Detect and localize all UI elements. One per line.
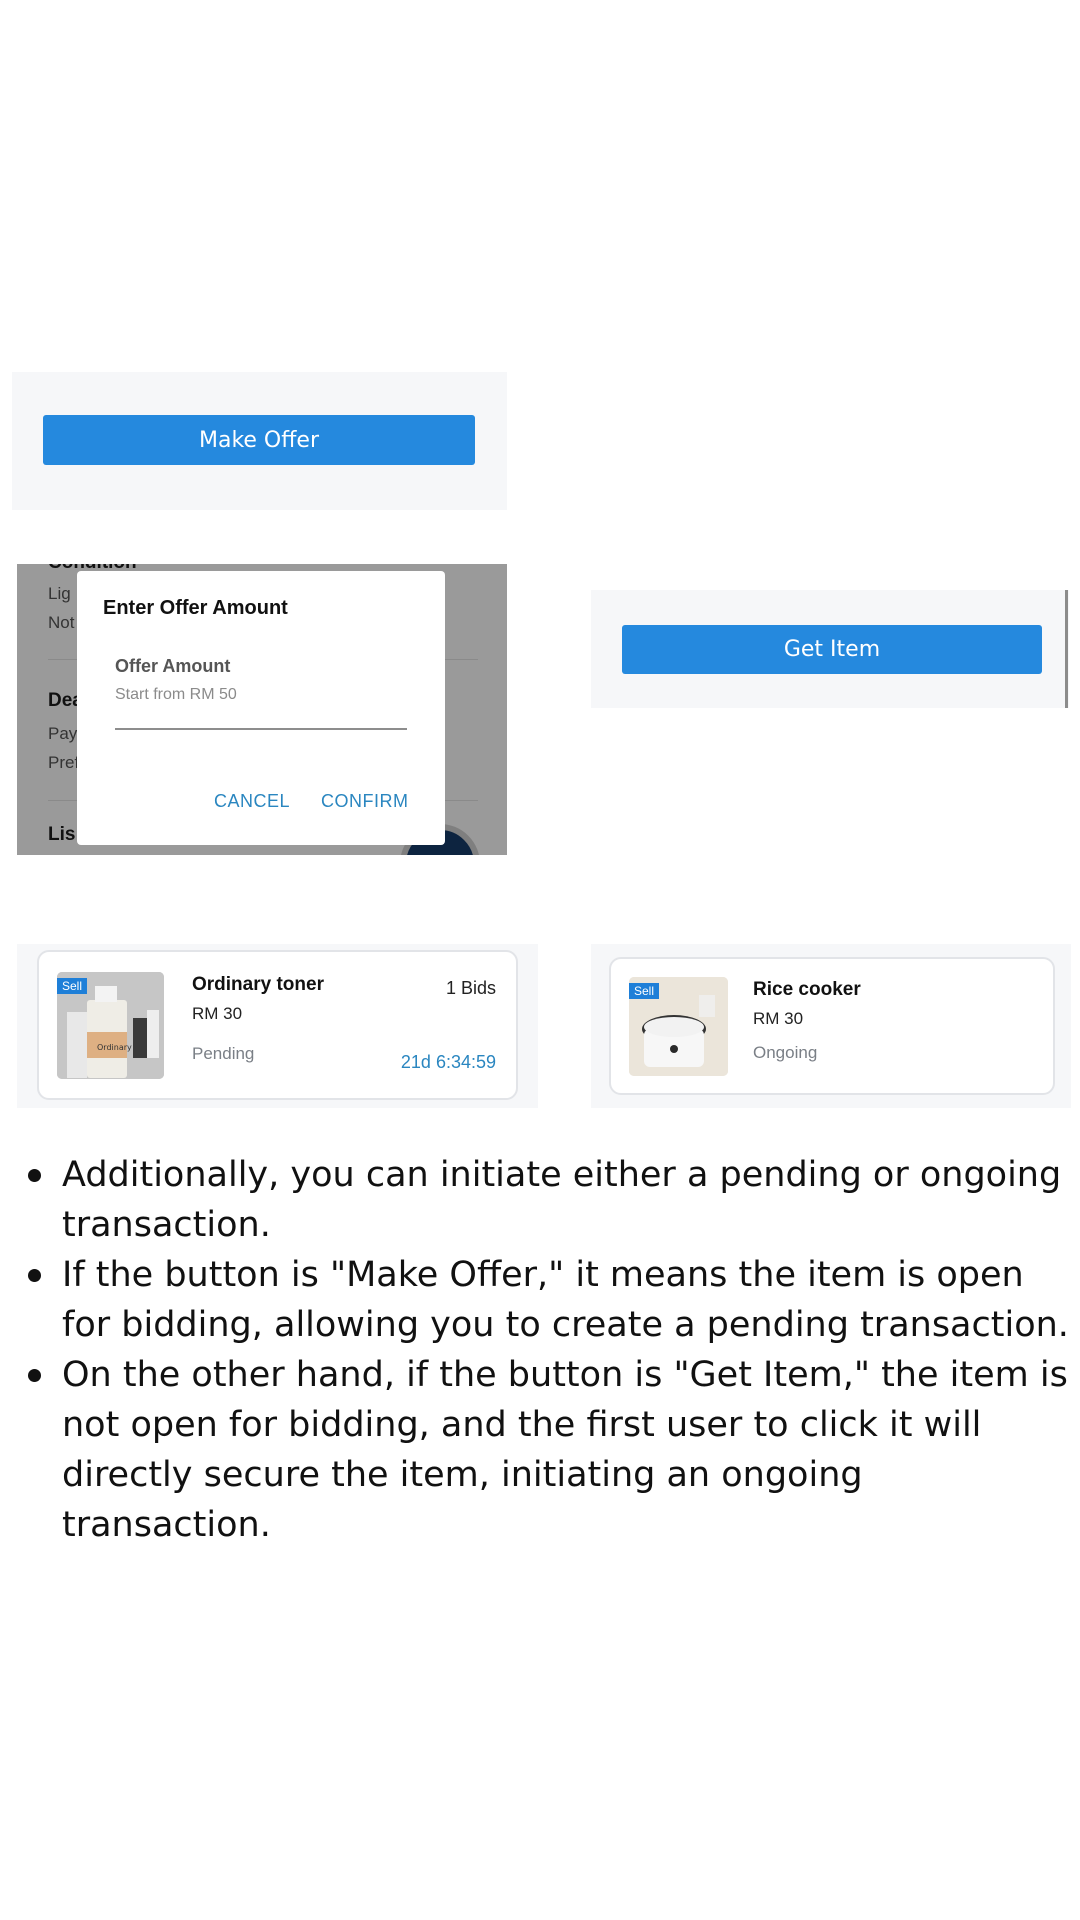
item-name: Ordinary toner: [192, 974, 324, 995]
offer-amount-input[interactable]: Start from RM 50: [115, 686, 237, 704]
item-price: RM 30: [192, 1004, 243, 1023]
make-offer-panel: Make Offer: [12, 372, 507, 510]
get-item-button[interactable]: Get Item: [622, 625, 1042, 674]
get-item-panel: Get Item: [591, 590, 1069, 708]
condition-line-1: Lig: [48, 584, 71, 603]
listing-heading: Lis: [48, 824, 76, 845]
offer-amount-label: Offer Amount: [115, 656, 231, 676]
item-card-pending[interactable]: Ordinary Sell Ordinary toner RM 30 Pendi…: [37, 950, 518, 1100]
pending-card-panel: Ordinary Sell Ordinary toner RM 30 Pendi…: [17, 944, 538, 1108]
list-item: Additionally, you can initiate either a …: [22, 1150, 1072, 1250]
input-underline: [115, 728, 407, 730]
item-price: RM 30: [753, 1009, 804, 1028]
countdown-timer: 21d 6:34:59: [400, 1052, 496, 1072]
make-offer-button[interactable]: Make Offer: [43, 415, 475, 465]
item-status: Ongoing: [753, 1043, 818, 1062]
condition-line-2: Not: [48, 613, 75, 632]
bullet-text: If the button is "Make Offer," it means …: [62, 1255, 1069, 1345]
sell-badge: Sell: [57, 978, 88, 994]
ongoing-card-panel: Sell Rice cooker RM 30 Ongoing: [591, 944, 1071, 1108]
bottle-label: Ordinary: [97, 1043, 132, 1052]
bullet-dot: [28, 1369, 41, 1382]
product-thumbnail: Sell: [629, 977, 728, 1076]
bid-count: 1 Bids: [445, 978, 496, 998]
bullet-text: Additionally, you can initiate either a …: [62, 1155, 1062, 1245]
item-status: Pending: [192, 1044, 255, 1063]
bullet-dot: [28, 1269, 41, 1282]
bullet-text: On the other hand, if the button is "Get…: [62, 1355, 1068, 1545]
offer-dialog-screenshot: Condition Lig Not Dea Pay Pref Lis Enter…: [17, 564, 507, 855]
product-thumbnail: Ordinary Sell: [57, 972, 164, 1079]
item-name: Rice cooker: [753, 979, 861, 1000]
bullet-dot: [28, 1169, 41, 1182]
deal-line-2: Pref: [48, 753, 80, 772]
explanation-list: Additionally, you can initiate either a …: [22, 1150, 1072, 1550]
item-card-ongoing[interactable]: Sell Rice cooker RM 30 Ongoing: [609, 957, 1055, 1095]
list-item: On the other hand, if the button is "Get…: [22, 1350, 1072, 1550]
list-item: If the button is "Make Offer," it means …: [22, 1250, 1072, 1350]
confirm-button[interactable]: CONFIRM: [321, 791, 409, 812]
offer-modal: Enter Offer Amount Offer Amount Start fr…: [77, 571, 445, 845]
deal-line-1: Pay: [48, 724, 78, 743]
modal-title: Enter Offer Amount: [103, 597, 288, 619]
scrollbar[interactable]: [1065, 590, 1068, 708]
cancel-button[interactable]: CANCEL: [214, 791, 290, 812]
sell-badge: Sell: [629, 983, 660, 999]
